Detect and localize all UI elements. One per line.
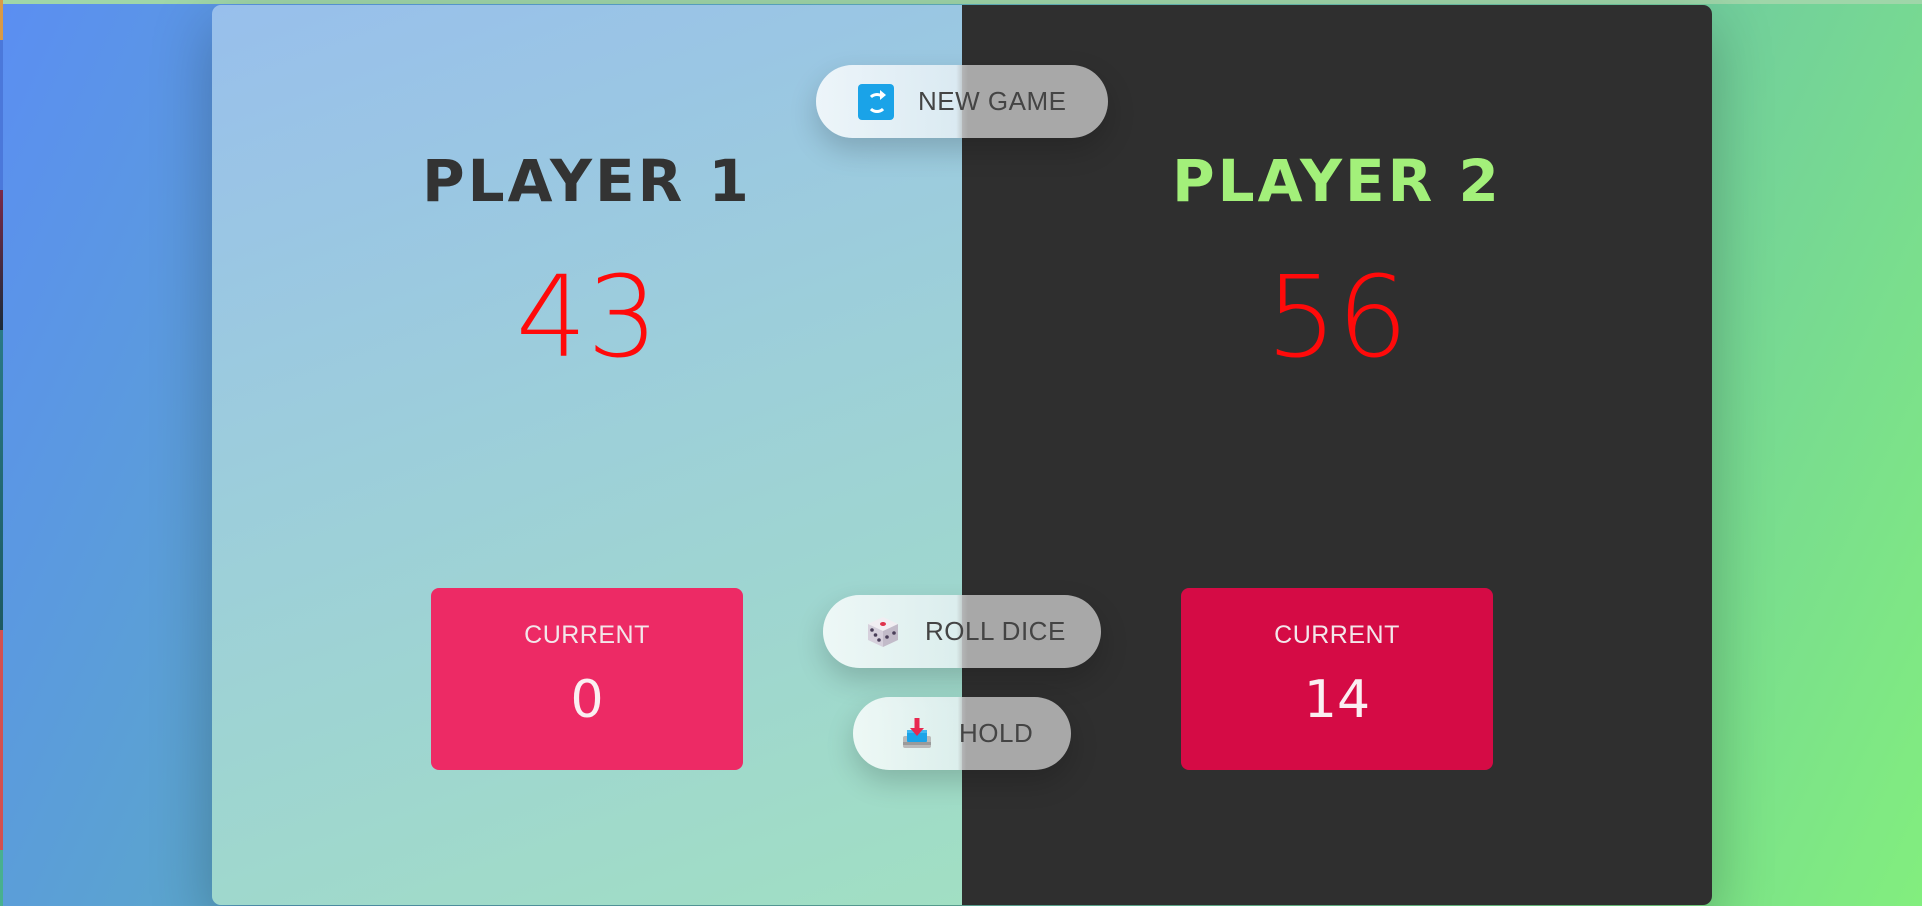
player-2-total-score: 56 xyxy=(1265,253,1409,383)
hold-button[interactable]: HOLD xyxy=(853,697,1071,770)
player-2-name: PLAYER 2 xyxy=(1172,147,1502,215)
new-game-label: NEW GAME xyxy=(918,86,1067,116)
new-game-button[interactable]: NEW GAME xyxy=(816,65,1108,138)
player-2-current-score: 14 xyxy=(1303,670,1371,730)
player-1-current-score: 0 xyxy=(570,670,604,730)
player-1-total-score: 43 xyxy=(515,253,659,383)
player-2-current-label: CURRENT xyxy=(1274,621,1400,649)
window-top-edge xyxy=(0,0,1922,4)
window-left-edge xyxy=(0,0,3,906)
player-1-panel: PLAYER 1 43 CURRENT 0 xyxy=(212,5,962,905)
player-2-panel: PLAYER 2 56 CURRENT 14 xyxy=(962,5,1712,905)
player-1-name: PLAYER 1 xyxy=(422,147,752,215)
roll-dice-label: ROLL DICE xyxy=(925,616,1066,646)
game-board: PLAYER 1 43 CURRENT 0 PLAYER 2 56 CURREN… xyxy=(212,5,1712,905)
player-1-current-label: CURRENT xyxy=(524,621,650,649)
hold-label: HOLD xyxy=(959,718,1034,748)
inbox-tray-icon xyxy=(899,716,935,752)
player-1-current-box: CURRENT 0 xyxy=(431,588,743,770)
dice-icon xyxy=(865,614,901,650)
player-2-current-box: CURRENT 14 xyxy=(1181,588,1493,770)
refresh-icon xyxy=(858,83,894,120)
roll-dice-button[interactable]: ROLL DICE xyxy=(823,595,1101,668)
